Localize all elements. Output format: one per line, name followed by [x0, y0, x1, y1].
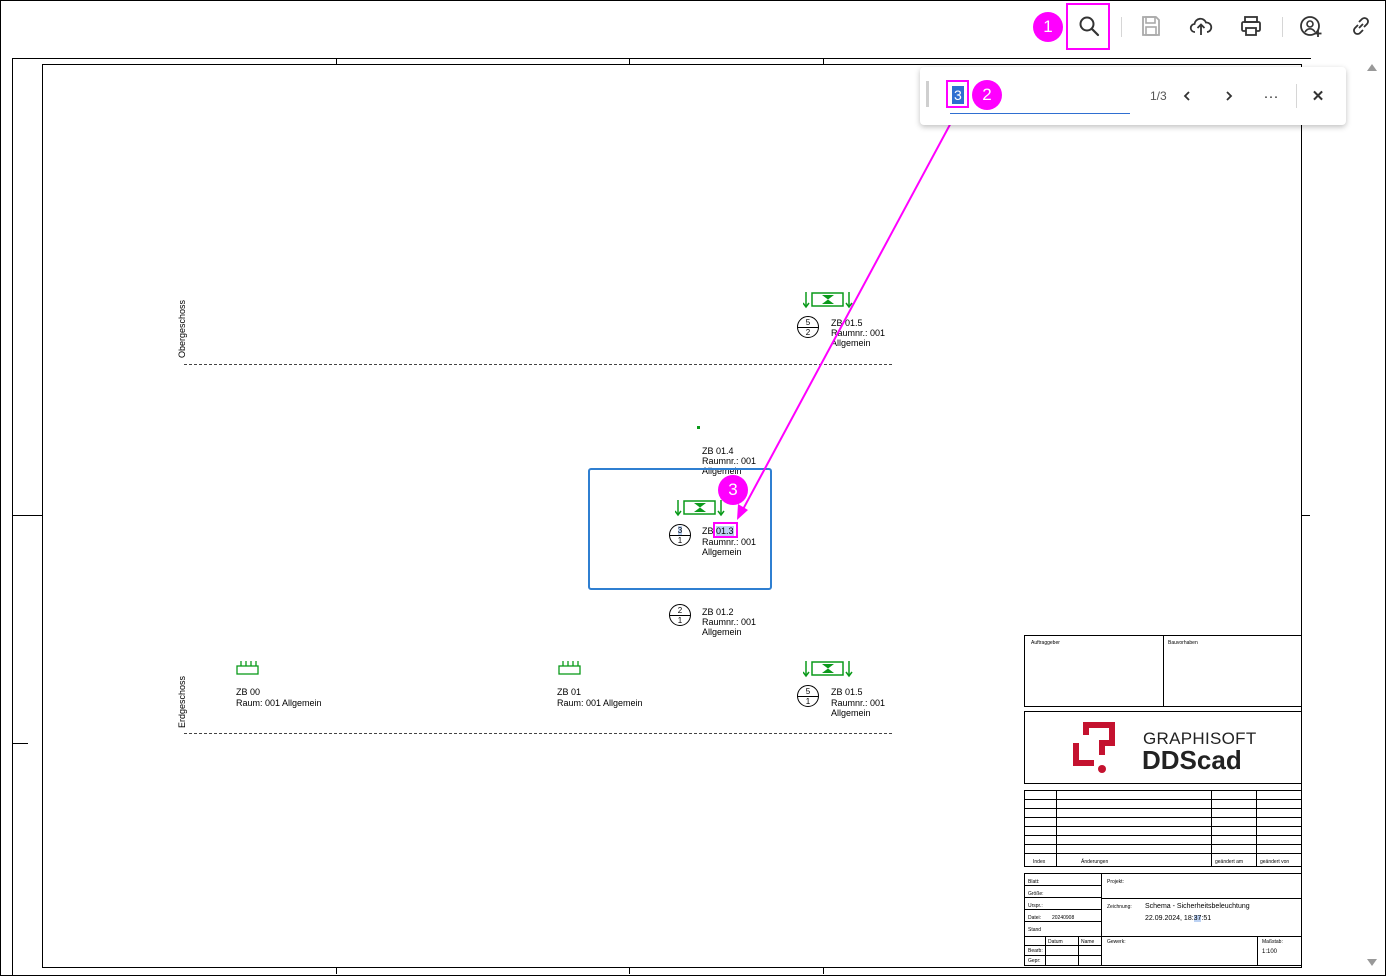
find-separator	[1296, 84, 1297, 108]
close-icon: ✕	[1311, 88, 1325, 105]
find-more-button[interactable]: ···	[1256, 81, 1286, 111]
callout-2: 2	[972, 80, 1002, 110]
annotation-arrow	[737, 105, 961, 520]
find-input-highlight	[946, 80, 969, 108]
more-icon: ···	[1263, 87, 1279, 105]
find-close-button[interactable]: ✕	[1303, 81, 1333, 111]
find-count: 1/3	[1150, 89, 1167, 103]
find-drag-handle[interactable]	[926, 81, 929, 107]
find-next-button[interactable]	[1214, 81, 1244, 111]
find-prev-button[interactable]	[1172, 81, 1202, 111]
chevron-right-icon	[1226, 91, 1233, 101]
chevron-left-icon	[1183, 91, 1190, 101]
